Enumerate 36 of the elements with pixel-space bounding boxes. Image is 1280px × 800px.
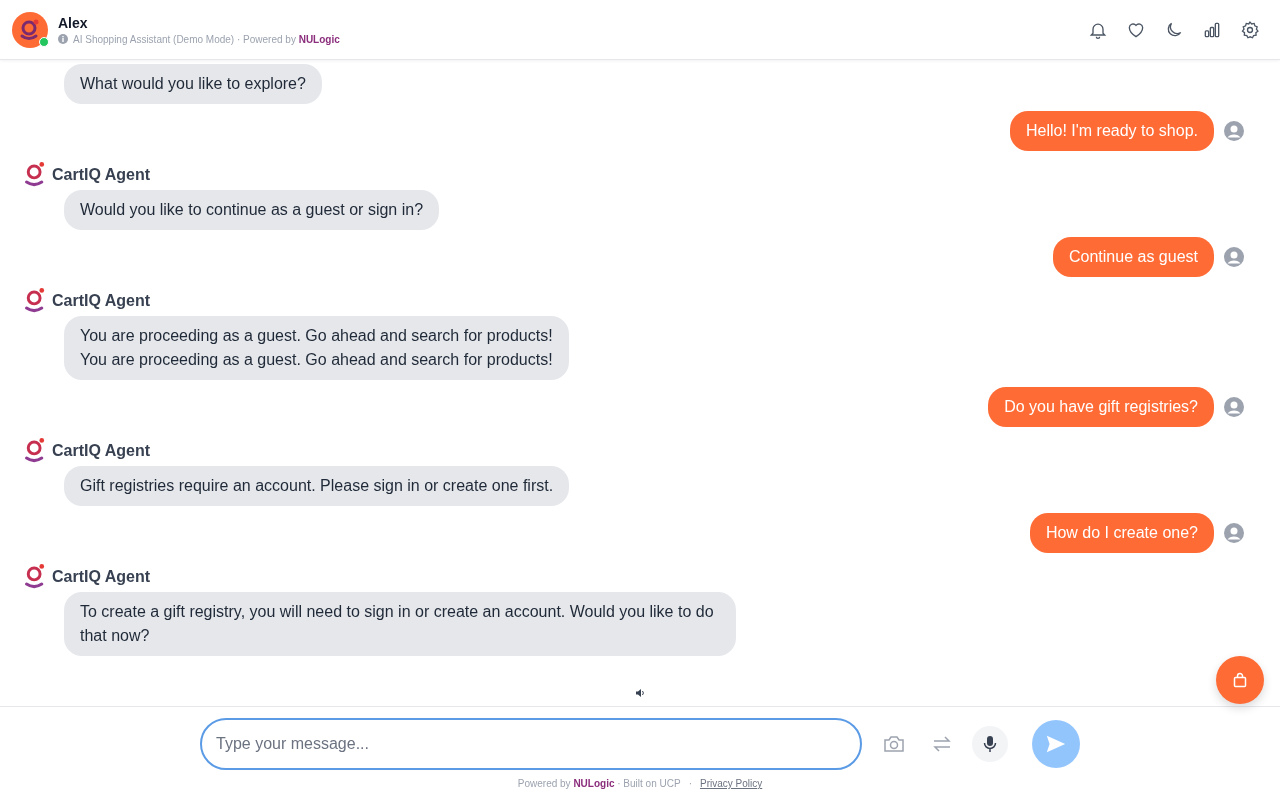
agent-message: You are proceeding as a guest. Go ahead and search for products! You are proceeding as a guest. Go ahead and search for products! — [64, 316, 569, 380]
agent-name: CartIQ Agent — [52, 567, 151, 586]
settings-icon[interactable] — [1240, 19, 1260, 40]
assistant-name: Alex — [58, 14, 89, 31]
user-avatar-icon — [1224, 121, 1244, 141]
microphone-button[interactable] — [972, 726, 1008, 762]
agent-message: Would you like to continue as a guest or sign in? — [64, 190, 440, 230]
shopping-bag-icon — [1232, 672, 1248, 688]
agent-name: CartIQ Agent — [52, 165, 151, 184]
info-icon — [58, 34, 68, 44]
message-input-field[interactable]: Type your message... — [200, 718, 862, 770]
agent-logo-icon — [24, 287, 46, 314]
user-message: Do you have gift registries? — [988, 387, 1214, 427]
microphone-icon — [982, 735, 998, 753]
logo-icon — [19, 17, 41, 42]
user-avatar-icon — [1224, 397, 1244, 417]
footer-credit: Powered by NULogic · Built on UCP — [517, 778, 681, 789]
user-avatar-icon — [1224, 523, 1244, 543]
user-message: How do I create one? — [1029, 513, 1214, 553]
agent-message: Gift registries require an account. Please sign in or create one first. — [64, 466, 570, 506]
user-message: Continue as guest — [1053, 237, 1214, 277]
user-avatar-icon — [1224, 247, 1244, 267]
agent-name: CartIQ Agent — [52, 441, 151, 460]
agent-logo-icon — [24, 161, 46, 188]
assistant-subtitle: AI Shopping Assistant (Demo Mode) · Powered by NULogic — [73, 33, 340, 45]
agent-logo-icon — [24, 563, 46, 590]
agent-logo-icon — [24, 437, 46, 464]
agent-message: What would you like to explore? — [64, 64, 322, 104]
footer-separator: · — [688, 778, 692, 789]
send-icon — [1045, 733, 1067, 755]
agent-name: CartIQ Agent — [52, 291, 151, 310]
speaker-icon[interactable] — [635, 688, 645, 698]
shopping-bag-button[interactable] — [1216, 656, 1264, 704]
user-message: Hello! I'm ready to shop. — [1009, 111, 1214, 151]
privacy-policy-link[interactable]: Privacy Policy — [699, 778, 763, 789]
agent-message: To create a gift registry, you will need to sign in or create an account. Would you like to do that now? — [64, 592, 736, 656]
